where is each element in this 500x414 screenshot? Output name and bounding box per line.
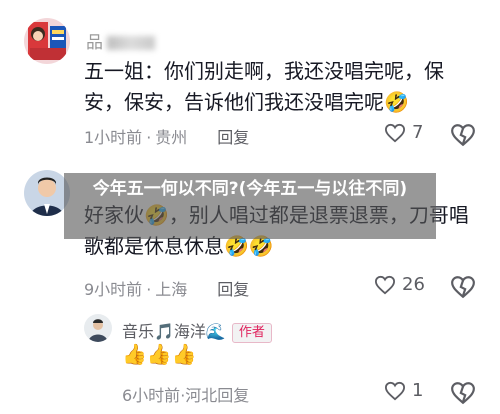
like-count: 7 [412, 122, 424, 143]
reply-button[interactable]: 回复 [217, 128, 249, 147]
comment-author[interactable]: 品 [86, 28, 155, 53]
like-count: 1 [412, 380, 424, 401]
comment-location: 上海 [155, 280, 188, 299]
dislike-icon[interactable] [450, 274, 476, 300]
heart-icon [384, 381, 406, 400]
like-count: 26 [402, 274, 425, 295]
reply-author-name: 音乐🎵海洋🌊 [122, 322, 226, 341]
heart-icon [384, 123, 406, 142]
comment-time: 1小时前 [84, 128, 143, 147]
comment-section: 品 五一姐：你们别走啊，我还没唱完呢，保安，保安，告诉他们我还没唱完呢🤣 1小时… [0, 0, 500, 414]
heart-icon [374, 275, 396, 294]
reply-text: 👍👍👍 [122, 342, 197, 366]
like-button[interactable]: 26 [374, 274, 425, 295]
comment-meta: 9小时前 · 上海 回复 [84, 276, 249, 300]
comment-location: 河北 [185, 386, 218, 405]
comment-time: 9小时前 [84, 280, 143, 299]
comment-meta: 1小时前 · 贵州 回复 [84, 124, 249, 148]
avatar[interactable] [84, 314, 112, 342]
avatar-image [24, 18, 70, 64]
comment-text: 五一姐：你们别走啊，我还没唱完呢，保安，保安，告诉他们我还没唱完呢🤣 [84, 59, 444, 114]
author-badge: 作者 [231, 322, 272, 343]
reply-button[interactable]: 回复 [217, 280, 249, 299]
like-button[interactable]: 7 [384, 122, 423, 143]
comment-time: 6小时前 [122, 386, 181, 405]
meta-separator: · [146, 280, 152, 299]
dislike-icon[interactable] [450, 380, 476, 406]
title-overlay: 今年五一何以不同?(今年五一与以往不同) [64, 173, 436, 239]
dislike-icon[interactable] [450, 122, 476, 148]
avatar-image [84, 314, 112, 342]
comment-location: 贵州 [155, 128, 188, 147]
reply-meta: 6小时前·河北回复 [122, 382, 249, 406]
meta-separator: · [146, 128, 152, 147]
blurred-author-name [107, 36, 155, 50]
reply-author[interactable]: 音乐🎵海洋🌊 作者 [122, 318, 272, 343]
avatar[interactable] [24, 18, 70, 64]
like-button[interactable]: 1 [384, 380, 423, 401]
reply-button[interactable]: 回复 [217, 386, 249, 405]
